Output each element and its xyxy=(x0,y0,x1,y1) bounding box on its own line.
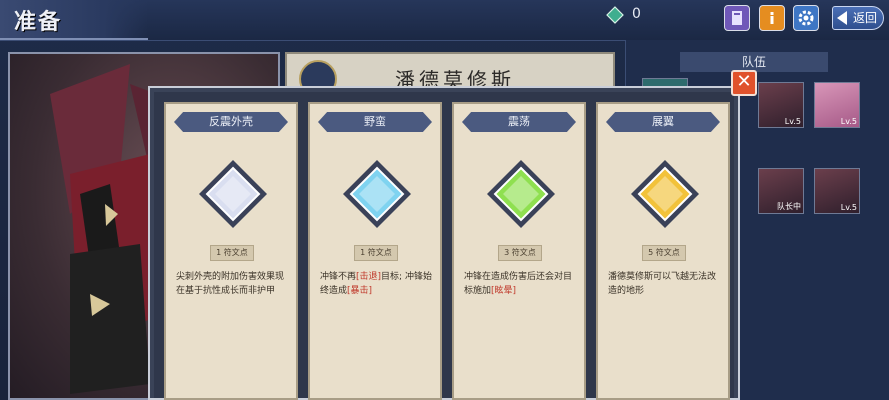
close-icon: ✕ xyxy=(736,71,752,92)
team-slot[interactable]: Lv.5 xyxy=(814,82,860,128)
rune-gem-icon xyxy=(631,160,699,228)
title-plate: 准备 xyxy=(0,0,148,40)
gem-count: 0 xyxy=(632,6,641,22)
back-arrow-icon xyxy=(837,11,847,25)
rune-card[interactable]: 野蛮 1 符文点 冲锋不再[击退]目标; 冲锋始终造成[暴击] xyxy=(308,102,442,400)
rune-cost: 1 符文点 xyxy=(354,245,398,261)
rune-description: 潘德莫修斯可以飞越无法改造的地形 xyxy=(608,272,717,296)
codex-button[interactable] xyxy=(724,5,750,31)
gem-icon xyxy=(606,6,624,24)
rune-card[interactable]: 反震外壳 1 符文点 尖刺外壳的附加伤害效果现在基于抗性成长而非护甲 xyxy=(164,102,298,400)
rune-card[interactable]: 震荡 3 符文点 冲锋在造成伤害后还会对目标施加[眩晕] xyxy=(452,102,586,400)
rune-gem-icon xyxy=(343,160,411,228)
team-label: 队伍 xyxy=(680,52,828,72)
info-button[interactable] xyxy=(759,5,785,31)
rune-cost: 3 符文点 xyxy=(498,245,542,261)
top-bar: 准备 0 返回 xyxy=(0,0,889,41)
back-button[interactable]: 返回 xyxy=(832,6,884,30)
slot-level: Lv.5 xyxy=(840,203,857,212)
settings-button[interactable] xyxy=(793,5,819,31)
rune-description: 尖刺外壳的附加伤害效果现在基于抗性成长而非护甲 xyxy=(176,272,285,296)
rune-card-title: 野蛮 xyxy=(318,112,432,132)
gear-icon xyxy=(798,10,814,26)
rune-gem-icon xyxy=(199,160,267,228)
page-title: 准备 xyxy=(14,9,63,35)
close-button[interactable]: ✕ xyxy=(731,70,757,96)
rune-description: 冲锋不再[击退]目标; 冲锋始终造成[暴击] xyxy=(320,272,432,296)
book-icon xyxy=(732,11,742,25)
team-slot[interactable]: Lv.5 xyxy=(814,168,860,214)
team-slot[interactable]: Lv.5 xyxy=(758,82,804,128)
slot-level: Lv.5 xyxy=(840,117,857,126)
team-slot[interactable]: 队长中 xyxy=(758,168,804,214)
rune-card-title: 展翼 xyxy=(606,112,720,132)
back-label: 返回 xyxy=(852,11,877,25)
rune-card-title: 反震外壳 xyxy=(174,112,288,132)
info-icon xyxy=(770,12,774,24)
slot-level: Lv.5 xyxy=(784,117,801,126)
rune-card-title: 震荡 xyxy=(462,112,576,132)
slot-level: 队长中 xyxy=(777,202,801,211)
rune-cost: 1 符文点 xyxy=(210,245,254,261)
rune-gem-icon xyxy=(487,160,555,228)
rune-description: 冲锋在造成伤害后还会对目标施加[眩晕] xyxy=(464,272,573,296)
rune-cost: 5 符文点 xyxy=(642,245,686,261)
rune-card[interactable]: 展翼 5 符文点 潘德莫修斯可以飞越无法改造的地形 xyxy=(596,102,730,400)
